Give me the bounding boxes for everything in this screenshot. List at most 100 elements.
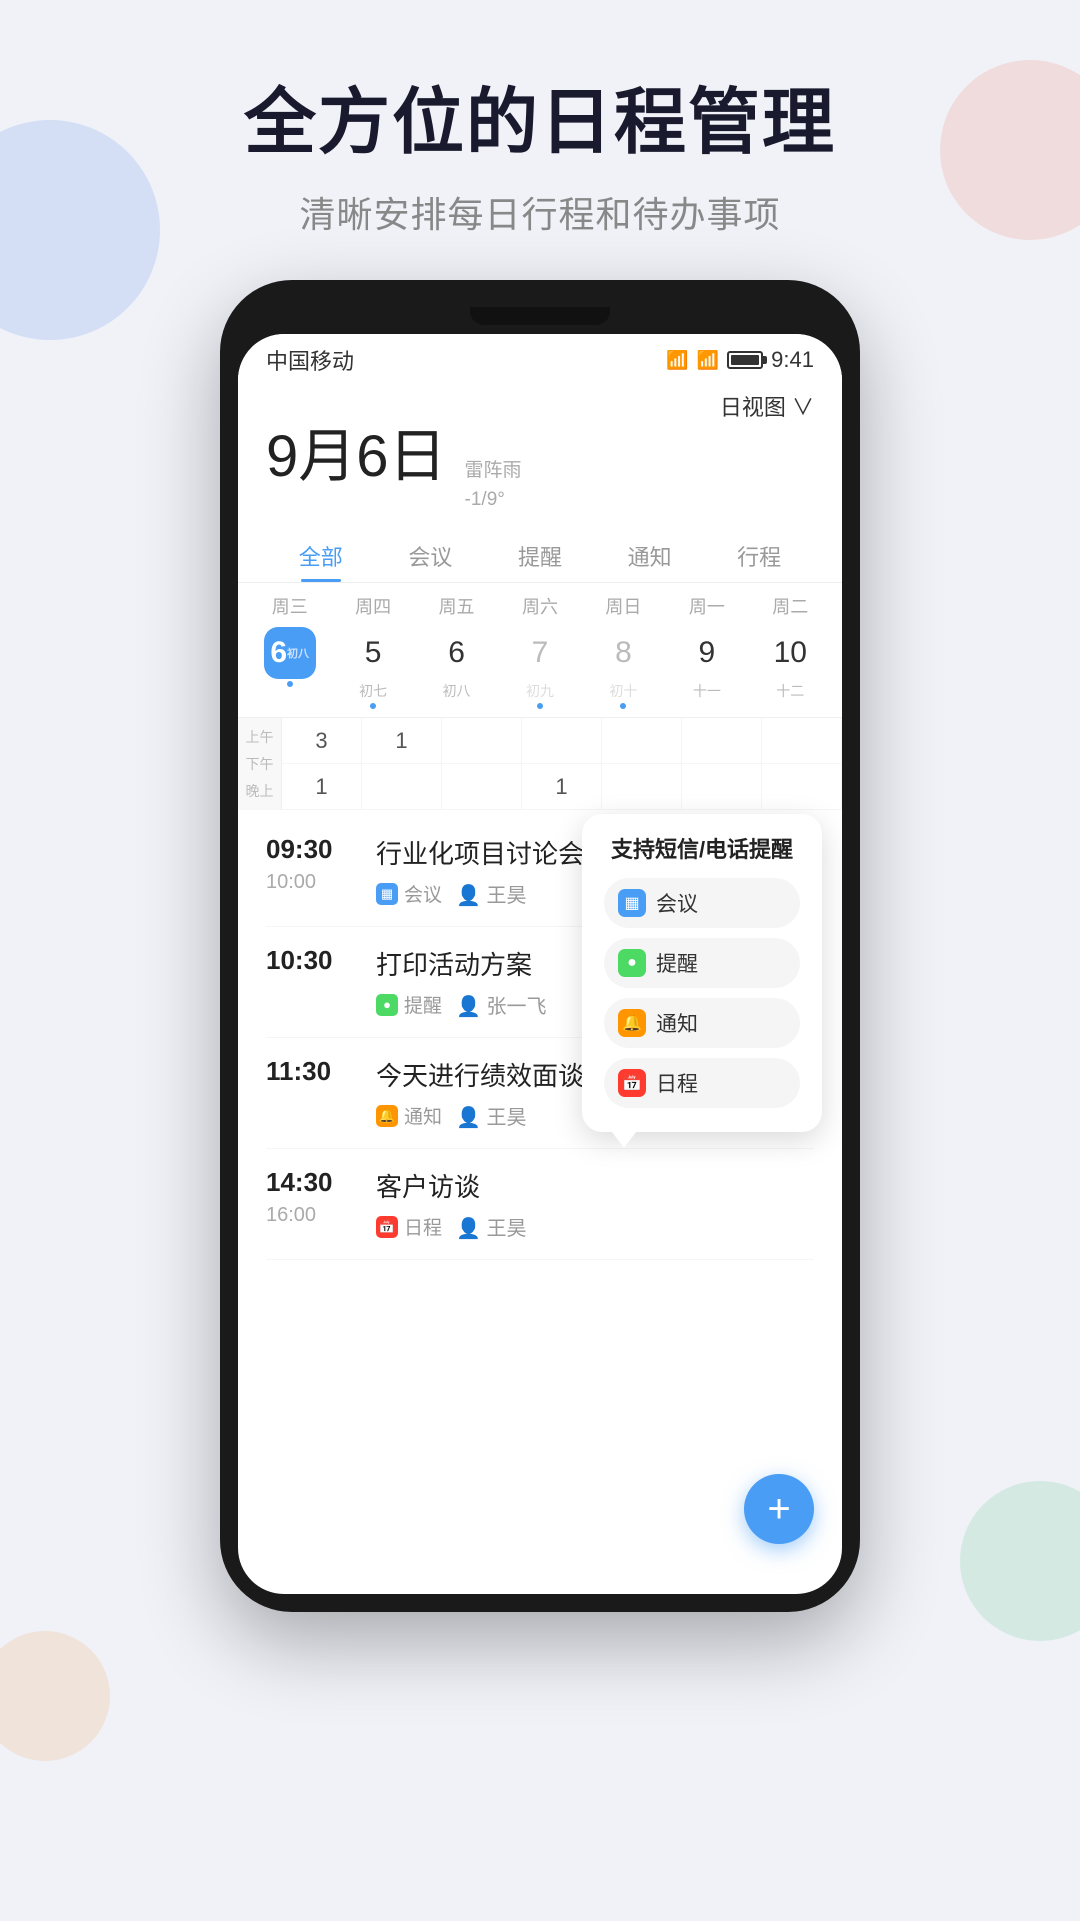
event-time-start-4: 14:30: [266, 1167, 356, 1198]
tooltip-popup: 支持短信/电话提醒 ▦ 会议 ● 提醒 🔔 通知 📅 日程: [582, 814, 822, 1132]
dot-mon: [704, 703, 710, 709]
date-num-8: 8: [597, 627, 649, 679]
tooltip-schedule[interactable]: 📅 日程: [604, 1058, 800, 1108]
date-cell-6-fri[interactable]: 6 初八: [415, 627, 498, 709]
date-num-6-fri: 6: [431, 627, 483, 679]
date-cell-5-thu[interactable]: 5 初七: [331, 627, 414, 709]
event-person-1: 👤 王昊: [456, 879, 526, 908]
grid-row-1: 3 1: [282, 718, 842, 764]
fab-add-button[interactable]: +: [744, 1474, 814, 1544]
grid-cell-2-7: [762, 764, 842, 810]
grid-cell-2-1: 1: [282, 764, 362, 810]
date-cell-7-sat[interactable]: 7 初九: [498, 627, 581, 709]
grid-cell-1-6: [682, 718, 762, 764]
weather-temp: -1/9°: [465, 486, 522, 515]
grid-row-2: 1 1: [282, 764, 842, 810]
grid-cell-2-3: [442, 764, 522, 810]
date-cell-9-mon[interactable]: 9 十一: [665, 627, 748, 709]
event-badge-notify: 🔔 通知: [376, 1102, 442, 1129]
day-tue: 周二: [749, 593, 832, 619]
event-badge-reminder: ● 提醒: [376, 991, 442, 1018]
event-time-col-2: 10:30: [266, 945, 356, 1019]
event-detail-4: 客户访谈 📅 日程 👤 王昊: [376, 1167, 814, 1241]
dot-sat: [537, 703, 543, 709]
dot-fri: [454, 703, 460, 709]
week-calendar: 周三 周四 周五 周六 周日 周一 周二 6初八 5: [238, 583, 842, 717]
signal-icon: 📶: [697, 350, 719, 371]
tab-notify[interactable]: 通知: [595, 528, 705, 582]
tab-all[interactable]: 全部: [266, 528, 376, 582]
status-bar: 中国移动 📶 📶 9:41: [238, 334, 842, 382]
phone-mockup: 中国移动 📶 📶 9:41 日视图 ∨ 9月6日 雷阵雨 -1: [220, 280, 860, 1612]
view-selector[interactable]: 日视图 ∨: [266, 390, 814, 422]
event-person-4: 👤 王昊: [456, 1212, 526, 1241]
lunar-sun: 初十: [609, 681, 637, 701]
dot-tue: [787, 703, 793, 709]
event-time-col-1: 09:30 10:00: [266, 834, 356, 908]
tooltip-notify[interactable]: 🔔 通知: [604, 998, 800, 1048]
hero-subtitle: 清晰安排每日行程和待办事项: [0, 186, 1080, 238]
grid-cell-1-1: 3: [282, 718, 362, 764]
event-badge-schedule: 📅 日程: [376, 1213, 442, 1240]
grid-cell-2-6: [682, 764, 762, 810]
tab-trip[interactable]: 行程: [704, 528, 814, 582]
tab-reminder[interactable]: 提醒: [485, 528, 595, 582]
battery-icon: [727, 351, 763, 369]
bg-decoration-orange: [0, 1631, 110, 1761]
event-time-end-1: 10:00: [266, 871, 356, 894]
date-weather-row: 9月6日 雷阵雨 -1/9°: [266, 428, 814, 514]
grid-cell-2-4: 1: [522, 764, 602, 810]
filter-tabs: 全部 会议 提醒 通知 行程: [238, 528, 842, 583]
date-cell-8-sun[interactable]: 8 初十: [582, 627, 665, 709]
day-sun: 周日: [582, 593, 665, 619]
lunar-thu: 初七: [359, 681, 387, 701]
date-cell-10-tue[interactable]: 10 十二: [749, 627, 832, 709]
hero-title: 全方位的日程管理: [0, 80, 1080, 166]
phone-notch-bar: [238, 298, 842, 334]
date-cell-6-wed[interactable]: 6初八: [248, 627, 331, 709]
lunar-sat: 初九: [526, 681, 554, 701]
day-thu: 周四: [331, 593, 414, 619]
tooltip-arrow: [612, 1132, 636, 1148]
tooltip-meeting[interactable]: ▦ 会议: [604, 878, 800, 928]
event-title-4: 客户访谈: [376, 1167, 814, 1204]
dot-thu: [370, 703, 376, 709]
time-label: 9:41: [771, 347, 814, 373]
tooltip-meeting-label: 会议: [656, 888, 698, 918]
tooltip-header: 支持短信/电话提醒: [604, 832, 800, 864]
current-date: 9月6日: [266, 428, 447, 486]
meeting-icon: ▦: [376, 883, 398, 905]
grid-cell-1-7: [762, 718, 842, 764]
tooltip-notify-icon: 🔔: [618, 1009, 646, 1037]
grid-cell-1-4: [522, 718, 602, 764]
date-num-10: 10: [764, 627, 816, 679]
grid-cell-2-2: [362, 764, 442, 810]
time-label-eve: 晚上: [246, 781, 274, 801]
grid-cell-1-5: [602, 718, 682, 764]
event-badge-meeting: ▦ 会议: [376, 880, 442, 907]
event-time-col-3: 11:30: [266, 1056, 356, 1130]
calendar-grid: 上午 下午 晚上 3 1: [238, 717, 842, 810]
grid-cell-1-2: 1: [362, 718, 442, 764]
dot-sun: [620, 703, 626, 709]
day-wed: 周三: [248, 593, 331, 619]
grid-time-labels: 上午 下午 晚上: [238, 718, 282, 810]
weather-info: 雷阵雨 -1/9°: [465, 457, 522, 514]
hero-section: 全方位的日程管理 清晰安排每日行程和待办事项: [0, 0, 1080, 238]
event-time-end-4: 16:00: [266, 1204, 356, 1227]
lunar-tue: 十二: [776, 681, 804, 701]
event-time-start-1: 09:30: [266, 834, 356, 865]
tooltip-reminder-icon: ●: [618, 949, 646, 977]
lunar-fri: 初八: [443, 681, 471, 701]
tooltip-notify-label: 通知: [656, 1008, 698, 1038]
wifi-icon: 📶: [666, 350, 688, 371]
grid-cells-wrap: 3 1 1 1: [282, 718, 842, 810]
week-day-names: 周三 周四 周五 周六 周日 周一 周二: [248, 583, 832, 623]
phone-screen: 中国移动 📶 📶 9:41 日视图 ∨ 9月6日 雷阵雨 -1: [238, 334, 842, 1594]
tooltip-reminder[interactable]: ● 提醒: [604, 938, 800, 988]
carrier-label: 中国移动: [266, 344, 354, 376]
week-date-row: 6初八 5 初七 6 初八: [248, 623, 832, 717]
notify-icon: 🔔: [376, 1105, 398, 1127]
tab-meeting[interactable]: 会议: [376, 528, 486, 582]
event-item-4[interactable]: 14:30 16:00 客户访谈 📅 日程 👤 王昊: [266, 1149, 814, 1260]
